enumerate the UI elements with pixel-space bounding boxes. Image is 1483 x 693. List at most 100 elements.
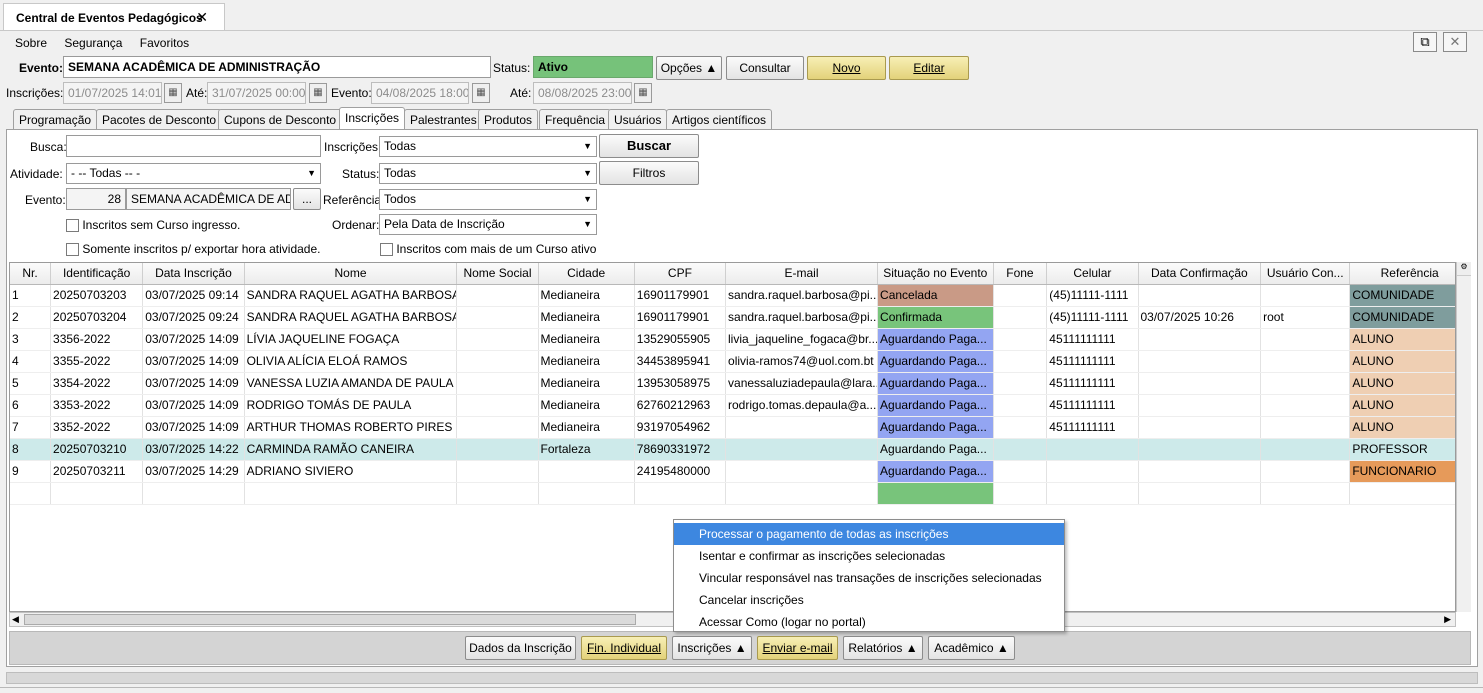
evento-field[interactable]: SEMANA ACADÊMICA DE ADMINISTRAÇÃO [63,56,491,78]
column-header[interactable]: Nome Social [456,263,539,285]
cell-ref: ALUNO [1349,328,1455,351]
close-tab-icon[interactable]: ✕ [196,9,208,26]
chk-mais-curso[interactable]: Inscritos com mais de um Curso ativo [380,242,596,257]
cell-cidade: Medianeira [538,306,635,329]
novo-button[interactable]: Novo [807,56,886,80]
atividade-select[interactable]: - -- Todas -- - ▼ [66,163,321,184]
column-header[interactable]: Identificação [50,263,144,285]
tab-palestrantes[interactable]: Palestrantes [404,109,483,130]
tab-programacao[interactable]: Programação [13,109,98,130]
evento-end-field[interactable]: 08/08/2025 23:00 [533,82,632,104]
column-header[interactable]: E-mail [725,263,879,285]
cell-nome: ADRIANO SIVIERO [244,460,458,483]
inscricoes-select[interactable]: Todas ▼ [379,136,597,157]
cell-fone [993,284,1048,307]
status-select[interactable]: Todas ▼ [379,163,597,184]
cell-email: vanessaluziadepaula@lara... [725,372,879,395]
tab-artigos[interactable]: Artigos científicos [666,109,773,130]
chk-sem-curso[interactable]: Inscritos sem Curso ingresso. [66,218,240,233]
vertical-scrollbar[interactable]: ⚙ [1456,262,1471,612]
evento-id-field[interactable]: 28 [66,188,126,210]
cell-id: 20250703211 [50,460,144,483]
table-row[interactable]: 9 20250703211 03/07/2025 14:29 ADRIANO SIVI… [10,460,1455,483]
calendar-icon[interactable]: ▦ [472,83,490,103]
filtros-button[interactable]: Filtros [599,161,699,185]
menu-sobre[interactable]: Sobre [15,36,47,50]
busca-label: Busca: [30,140,67,154]
dados-inscricao-button[interactable]: Dados da Inscrição [465,636,576,660]
menu-item-cancelar-inscricoes[interactable]: Cancelar inscrições [674,589,1064,611]
tab-produtos[interactable]: Produtos [478,109,539,130]
evento-label: Evento: [19,61,64,75]
menu-item-acessar-como[interactable]: Acessar Como (logar no portal) [674,611,1064,633]
menu-seguranca[interactable]: Segurança [64,36,122,50]
table-row[interactable]: 2 20250703204 03/07/2025 09:24 SANDRA RAQUE… [10,306,1455,329]
column-header[interactable]: Nr. [10,263,52,285]
inscricoes-end-field[interactable]: 31/07/2025 00:00 [207,82,306,104]
table-row[interactable] [10,482,1455,505]
cell-cpf [634,482,727,505]
table-row[interactable]: 8 20250703210 03/07/2025 14:22 CARMINDA RAM… [10,438,1455,461]
evento-lookup-button[interactable]: ... [293,188,321,210]
table-row[interactable]: 6 3353-2022 03/07/2025 14:09 RODRIGO TOMÁS … [10,394,1455,417]
busca-input[interactable] [66,135,321,157]
tab-inscricoes[interactable]: Inscrições [339,107,406,130]
column-header[interactable]: Referência [1349,263,1455,285]
fin-individual-button[interactable]: Fin. Individual [581,636,667,660]
menu-item-processar-pagamento[interactable]: Processar o pagamento de todas as inscri… [674,523,1064,545]
close-window-icon[interactable]: ✕ [1443,32,1467,52]
column-header[interactable]: Data Confirmação [1138,263,1262,285]
cell-user: root [1260,306,1351,329]
relatorios-button[interactable]: Relatórios ▲ [843,636,923,660]
tab-pacotes[interactable]: Pacotes de Desconto [96,109,223,130]
column-header[interactable]: Cidade [538,263,635,285]
table-row[interactable]: 4 3355-2022 03/07/2025 14:09 OLIVIA ALÍCIA … [10,350,1455,373]
detach-window-icon[interactable]: ⧉ [1413,32,1437,52]
scroll-right-icon[interactable]: ▶ [1444,613,1451,626]
window-tab[interactable]: Central de Eventos Pedagógicos ✕ [3,3,225,30]
inscricoes-start-field[interactable]: 01/07/2025 14:01 [63,82,162,104]
table-row[interactable]: 5 3354-2022 03/07/2025 14:09 VANESSA LUZIA … [10,372,1455,395]
column-header[interactable]: Usuário Con... [1260,263,1351,285]
menu-favoritos[interactable]: Favoritos [140,36,189,50]
evento-name-field[interactable]: SEMANA ACADÊMICA DE ADM [126,188,291,210]
column-header[interactable]: Situação no Evento [877,263,994,285]
scroll-left-icon[interactable]: ◀ [12,613,19,626]
consultar-button[interactable]: Consultar [726,56,804,80]
buscar-button[interactable]: Buscar [599,134,699,158]
checkbox[interactable] [66,243,79,257]
tab-frequencia[interactable]: Frequência [539,109,612,130]
tab-usuarios[interactable]: Usuários [608,109,668,130]
menu-item-isentar-confirmar[interactable]: Isentar e confirmar as inscrições seleci… [674,545,1064,567]
calendar-icon[interactable]: ▦ [634,83,652,103]
tab-cupons[interactable]: Cupons de Desconto [218,109,343,130]
menu-item-vincular-responsavel[interactable]: Vincular responsável nas transações de i… [674,567,1064,589]
calendar-icon[interactable]: ▦ [164,83,182,103]
settings-icon[interactable]: ⚙ [1457,262,1471,276]
table-row[interactable]: 1 20250703203 03/07/2025 09:14 SANDRA RAQUE… [10,284,1455,307]
referencia-select[interactable]: Todos ▼ [379,189,597,210]
ordenar-select[interactable]: Pela Data de Inscrição ▼ [379,214,597,235]
checkbox[interactable] [380,243,393,257]
column-header[interactable]: CPF [634,263,727,285]
column-header[interactable]: Data Inscrição [142,263,245,285]
inscricoes-menu-button[interactable]: Inscrições ▲ [672,636,752,660]
cell-data: 03/07/2025 14:09 [142,416,245,439]
opcoes-button[interactable]: Opções ▲ [656,56,722,80]
table-row[interactable]: 3 3356-2022 03/07/2025 14:09 LÍVIA JAQUELIN… [10,328,1455,351]
checkbox[interactable] [66,219,79,233]
cell-nr: 3 [10,328,52,351]
column-header[interactable]: Celular [1046,263,1139,285]
column-header[interactable]: Fone [993,263,1048,285]
evento-start-field[interactable]: 04/08/2025 18:00 [371,82,469,104]
scroll-thumb[interactable] [24,614,636,625]
table-row[interactable]: 7 3352-2022 03/07/2025 14:09 ARTHUR THOMAS … [10,416,1455,439]
enviar-email-button[interactable]: Enviar e-mail [757,636,838,660]
editar-button[interactable]: Editar [889,56,969,80]
column-header[interactable]: Nome [244,263,458,285]
academico-button[interactable]: Acadêmico ▲ [928,636,1015,660]
cell-nr: 7 [10,416,52,439]
cell-social [456,306,539,329]
calendar-icon[interactable]: ▦ [309,83,327,103]
chk-hora-atividade[interactable]: Somente inscritos p/ exportar hora ativi… [66,242,320,257]
